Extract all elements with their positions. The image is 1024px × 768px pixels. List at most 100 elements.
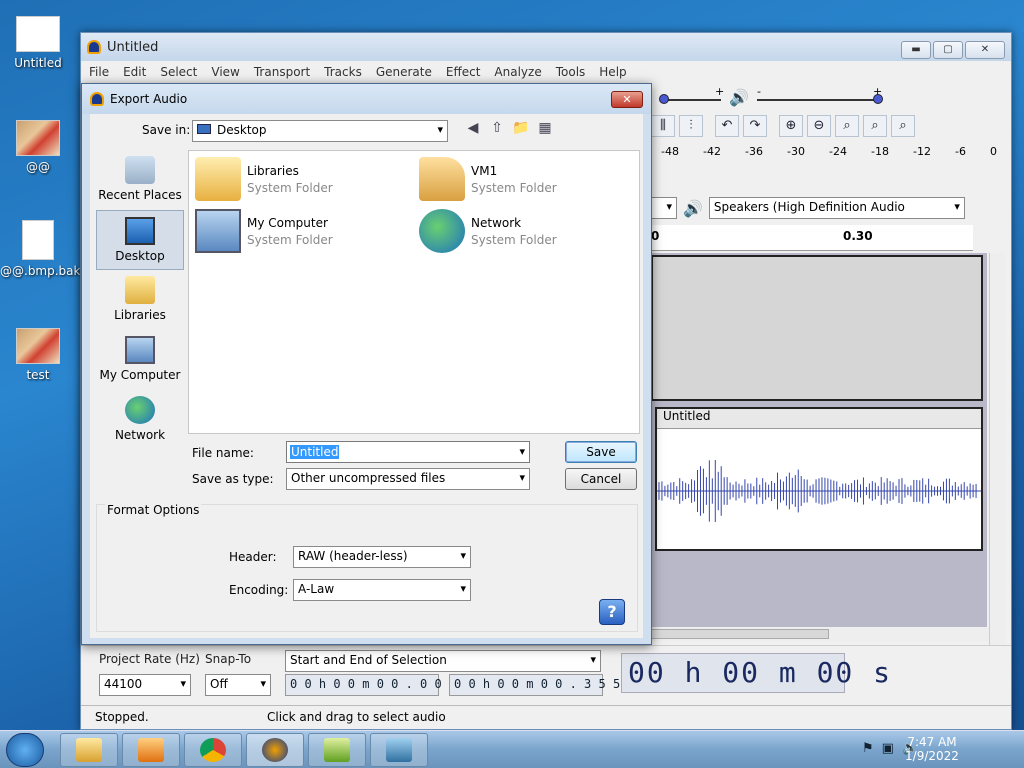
menu-tracks[interactable]: Tracks [324,65,362,79]
file-item-my-computer[interactable]: My Computer System Folder [195,209,333,253]
fit-project-icon[interactable]: ⌕ [863,115,887,137]
cancel-button[interactable]: Cancel [565,468,637,490]
paint-file-icon [16,328,60,364]
view-menu-icon[interactable]: ▦ [536,120,554,136]
place-my-computer[interactable]: My Computer [96,330,184,390]
desktop-icon-bmp-bak[interactable]: @@.bmp.bak [0,220,80,278]
clock-date: 1/9/2022 [905,749,959,763]
playback-slider-track[interactable] [757,99,877,101]
place-label: Network [114,428,166,442]
desktop-icon [125,217,155,245]
action-center-icon[interactable]: ⚑ [862,741,874,756]
desktop-icon-test[interactable]: test [0,328,76,382]
audio-track[interactable]: Untitled [655,407,983,551]
file-name-input[interactable]: Untitled [286,441,530,463]
horizontal-scrollbar[interactable] [651,627,989,641]
file-type: System Folder [247,180,333,195]
file-name: Network [471,215,522,230]
file-list[interactable]: Libraries System Folder VM1 System Folde… [188,150,640,434]
meter-tick: -42 [703,145,721,158]
trim-icon[interactable]: ⫼ [651,115,675,137]
maximize-button[interactable]: ▢ [933,41,963,59]
menu-tools[interactable]: Tools [556,65,586,79]
file-item-vm1[interactable]: VM1 System Folder [419,157,557,201]
encoding-select[interactable]: A-Law [293,579,471,601]
scroll-thumb[interactable] [651,629,829,639]
up-folder-icon[interactable]: ⇧ [488,120,506,136]
fit-selection-icon[interactable]: ⌕ [835,115,859,137]
edit-toolbar: ⫼ ⫶ ↶ ↷ ⊕ ⊖ ⌕ ⌕ ⌕ [651,113,915,139]
meter-tick: -24 [829,145,847,158]
output-device-select[interactable]: Speakers (High Definition Audio [708,197,965,219]
snap-to-select[interactable]: Off [205,674,271,696]
file-name: VM1 [471,163,498,178]
recording-slider-track[interactable] [661,99,721,101]
selection-mode-select[interactable]: Start and End of Selection [285,650,601,672]
meter-tick: 0 [990,145,997,158]
silence-icon[interactable]: ⫶ [679,115,703,137]
save-button[interactable]: Save [565,441,637,463]
recording-slider-knob[interactable] [659,94,669,104]
places-bar: Recent Places Desktop Libraries My Compu… [96,150,184,450]
file-item-network[interactable]: Network System Folder [419,209,557,253]
new-folder-icon[interactable]: 📁 [512,120,530,136]
taskbar-chrome[interactable] [184,733,242,767]
menu-help[interactable]: Help [599,65,626,79]
speaker-icon: 🔊 [729,88,749,107]
menu-edit[interactable]: Edit [123,65,146,79]
file-item-libraries[interactable]: Libraries System Folder [195,157,333,201]
place-recent-places[interactable]: Recent Places [96,150,184,210]
desktop-icon-untitled[interactable]: Untitled [0,16,76,70]
selection-end-time[interactable]: 0 0 h 0 0 m 0 0 . 3 5 5 s [449,674,635,696]
audacity-titlebar[interactable]: Untitled [81,33,1011,61]
menu-analyze[interactable]: Analyze [494,65,541,79]
file-type: System Folder [471,180,557,195]
menu-effect[interactable]: Effect [446,65,481,79]
meter-scale: -48 -42 -36 -30 -24 -18 -12 -6 0 [661,145,997,158]
timeline-ruler[interactable]: 0 0.30 [651,225,973,251]
project-rate-select[interactable]: 44100 [99,674,191,696]
place-libraries[interactable]: Libraries [96,270,184,330]
back-icon[interactable]: ◀ [464,120,482,136]
save-as-type-select[interactable]: Other uncompressed files [286,468,530,490]
dialog-close-button[interactable]: ✕ [611,91,643,108]
track-area[interactable]: Untitled [651,253,987,633]
zoom-in-icon[interactable]: ⊕ [779,115,803,137]
menu-view[interactable]: View [211,65,239,79]
dialog-titlebar[interactable]: Export Audio [82,84,651,114]
place-network[interactable]: Network [96,390,184,450]
desktop-small-icon [197,124,211,134]
taskbar-media-player[interactable] [122,733,180,767]
minimize-button[interactable]: ▬ [901,41,931,59]
header-select[interactable]: RAW (header-less) [293,546,471,568]
start-button[interactable] [6,733,44,767]
redo-icon[interactable]: ↷ [743,115,767,137]
input-channels-select[interactable] [651,197,677,219]
place-desktop[interactable]: Desktop [96,210,184,270]
playback-slider-knob[interactable] [873,94,883,104]
clock[interactable]: 7:47 AM 1/9/2022 [892,735,972,763]
help-button[interactable]: ? [599,599,625,625]
zoom-toggle-icon[interactable]: ⌕ [891,115,915,137]
libraries-folder-icon [195,157,241,201]
desktop-icon-at[interactable]: @@ [0,120,76,174]
audio-position-display[interactable]: 00 h 00 m 00 s [621,653,890,693]
taskbar-paint[interactable] [370,733,428,767]
taskbar-explorer[interactable] [60,733,118,767]
nav-buttons: ◀ ⇧ 📁 ▦ [464,120,554,136]
zoom-out-icon[interactable]: ⊖ [807,115,831,137]
save-in-select[interactable]: Desktop [192,120,448,142]
taskbar-audacity[interactable] [246,733,304,767]
menu-transport[interactable]: Transport [254,65,310,79]
menu-generate[interactable]: Generate [376,65,432,79]
close-button[interactable]: ✕ [965,41,1005,59]
menu-select[interactable]: Select [160,65,197,79]
undo-icon[interactable]: ↶ [715,115,739,137]
vertical-scrollbar[interactable] [989,253,1005,647]
menu-file[interactable]: File [89,65,109,79]
taskbar-notepad[interactable] [308,733,366,767]
audacity-icon [262,738,288,762]
waveform[interactable] [657,431,981,551]
selection-start-time[interactable]: 0 0 h 0 0 m 0 0 . 0 0 0 s [285,674,471,696]
track-panel[interactable] [651,255,983,401]
